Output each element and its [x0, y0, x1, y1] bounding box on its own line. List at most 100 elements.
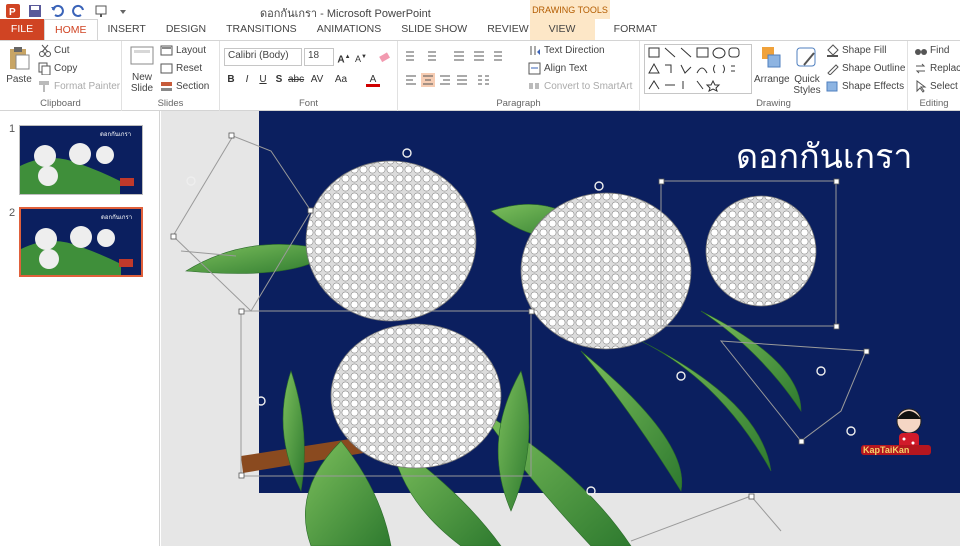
layout-icon: [160, 45, 173, 56]
slide-number: 2: [9, 207, 16, 219]
underline-icon[interactable]: U: [256, 73, 270, 87]
slide-thumbnail-panel: 1 ดอกกันเกรา 2 ดอกกันเกรา: [0, 111, 160, 546]
svg-text:ดอกกันเกรา: ดอกกันเกรา: [100, 131, 131, 138]
slide-thumbnail-2[interactable]: ดอกกันเกรา: [19, 207, 143, 277]
align-text-icon: [528, 62, 541, 75]
customize-qat-icon[interactable]: [114, 2, 132, 20]
cut-button[interactable]: Cut: [38, 44, 70, 57]
text-direction-icon: [530, 46, 540, 55]
ribbon-tabs: FILE HOME INSERT DESIGN TRANSITIONS ANIM…: [0, 19, 960, 40]
find-button[interactable]: Find: [914, 44, 949, 57]
tab-transitions[interactable]: TRANSITIONS: [216, 19, 307, 40]
tab-review[interactable]: REVIEW: [477, 19, 538, 40]
tab-view[interactable]: VIEW: [539, 19, 586, 40]
tab-animations[interactable]: ANIMATIONS: [307, 19, 392, 40]
section-label: Section: [176, 81, 210, 92]
drawing-group: Arrange Quick Styles Shape Fill Shape Ou…: [640, 41, 908, 111]
text-direction-label: Text Direction: [544, 45, 605, 56]
shapes-gallery-icons: [648, 47, 740, 92]
change-case-icon[interactable]: Aa: [334, 73, 348, 87]
select-arrow-icon: [916, 80, 927, 93]
scissors-icon: [39, 44, 51, 57]
shape-fill-label: Shape Fill: [842, 45, 887, 56]
replace-button[interactable]: Replace: [914, 62, 960, 75]
slide-title[interactable]: ดอกกันเกรา: [736, 129, 912, 183]
text-direction-button[interactable]: Text Direction: [528, 44, 605, 57]
format-painter-button[interactable]: Format Painter: [38, 80, 120, 93]
decrease-font-icon[interactable]: A▼: [354, 50, 368, 64]
shape-fill-button[interactable]: Shape Fill: [826, 44, 886, 57]
shadow-icon[interactable]: S: [272, 73, 286, 87]
align-text-label: Align Text: [544, 63, 588, 74]
italic-icon[interactable]: I: [240, 73, 254, 87]
paste-button[interactable]: Paste: [4, 45, 34, 85]
format-painter-icon: [39, 81, 49, 92]
new-slide-button[interactable]: New Slide: [126, 45, 158, 94]
section-icon: [161, 82, 172, 91]
tab-format[interactable]: FORMAT: [595, 19, 676, 40]
new-slide-label-line2: Slide: [130, 83, 154, 94]
arrange-icon: [762, 47, 781, 68]
tab-insert[interactable]: INSERT: [98, 19, 156, 40]
align-text-button[interactable]: Align Text: [528, 62, 587, 75]
shape-effects-icon: [826, 81, 838, 92]
cut-label: Cut: [54, 45, 70, 56]
shape-effects-button[interactable]: Shape Effects: [826, 80, 904, 93]
font-group: Calibri (Body) 18 A▲ A▼ B I U S abc AV A…: [220, 41, 398, 111]
bold-icon[interactable]: B: [224, 73, 238, 87]
kaptaikan-logo: KapTaiKan: [851, 401, 941, 461]
quick-styles-icon: [796, 47, 816, 67]
tab-design[interactable]: DESIGN: [156, 19, 216, 40]
paragraph-group: Text Direction Align Text Convert to Sma…: [398, 41, 640, 111]
quick-styles-button[interactable]: Quick Styles: [790, 45, 824, 96]
layout-label: Layout: [176, 45, 207, 56]
shape-effects-label: Shape Effects: [842, 81, 905, 92]
undo-icon[interactable]: [48, 2, 66, 20]
alignment-icons[interactable]: [404, 73, 514, 87]
select-label: Select: [930, 81, 958, 92]
pencil-icon: [827, 64, 839, 75]
font-group-label: Font: [298, 98, 318, 109]
find-label: Find: [930, 45, 950, 56]
font-name-combo[interactable]: Calibri (Body): [224, 48, 302, 66]
format-painter-label: Format Painter: [54, 81, 121, 92]
tab-file[interactable]: FILE: [0, 19, 44, 40]
reset-button[interactable]: Reset: [160, 62, 202, 75]
save-icon[interactable]: [26, 2, 44, 20]
arrange-button[interactable]: Arrange: [754, 45, 790, 85]
slide-editing-canvas[interactable]: ดอกกันเกรา KapTaiKan: [161, 111, 960, 546]
copy-button[interactable]: Copy: [38, 62, 77, 75]
paste-label: Paste: [6, 74, 32, 85]
copy-icon: [38, 62, 51, 75]
convert-smartart-button[interactable]: Convert to SmartArt: [528, 80, 632, 93]
increase-font-icon[interactable]: A▲: [337, 50, 351, 65]
shapes-gallery[interactable]: [644, 44, 752, 94]
strikethrough-icon[interactable]: abc: [288, 73, 304, 87]
slides-group: New Slide Layout Reset Section Slides: [122, 41, 220, 111]
replace-label: Replace: [930, 63, 960, 74]
drawing-group-label: Drawing: [756, 98, 791, 109]
quick-access-toolbar: P: [4, 2, 132, 20]
layout-button[interactable]: Layout: [160, 44, 206, 57]
slides-group-label: Slides: [157, 98, 184, 109]
font-color-icon[interactable]: A: [366, 73, 380, 87]
character-spacing-icon[interactable]: AV: [310, 73, 324, 87]
slide-thumbnail-1[interactable]: ดอกกันเกรา: [19, 125, 143, 195]
redo-icon[interactable]: [70, 2, 88, 20]
slide-thumbnail-image: ดอกกันเกรา: [21, 209, 141, 275]
paint-bucket-icon: [827, 44, 839, 57]
tab-home[interactable]: HOME: [44, 19, 98, 40]
list-indent-icons[interactable]: [404, 49, 504, 63]
tab-slide-show[interactable]: SLIDE SHOW: [391, 19, 477, 40]
paragraph-group-label: Paragraph: [496, 98, 541, 109]
select-button[interactable]: Select: [914, 80, 958, 93]
section-button[interactable]: Section: [160, 80, 209, 93]
font-size-combo[interactable]: 18: [304, 48, 334, 66]
copy-label: Copy: [54, 63, 78, 74]
binoculars-icon: [915, 49, 927, 55]
shape-outline-button[interactable]: Shape Outline: [826, 62, 905, 75]
drawing-tools-label: DRAWING TOOLS: [532, 5, 608, 15]
clear-formatting-icon[interactable]: [378, 50, 392, 64]
start-from-beginning-icon[interactable]: [92, 2, 110, 20]
clipboard-group: Paste Cut Copy Format Painter Clipboard: [0, 41, 122, 111]
